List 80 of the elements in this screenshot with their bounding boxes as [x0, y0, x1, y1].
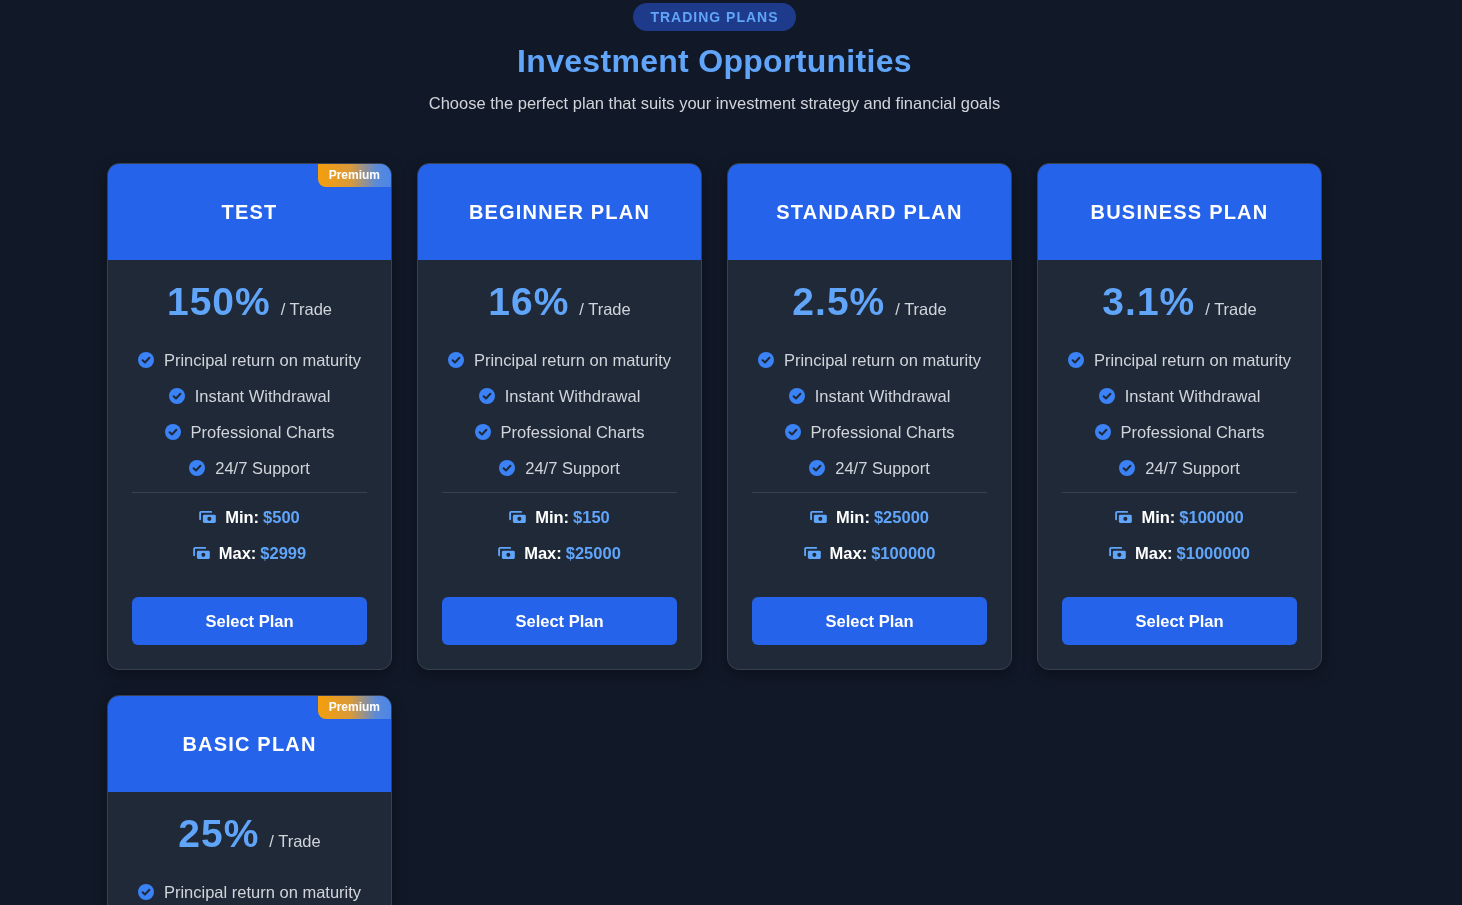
limit-label: Min: — [535, 507, 570, 527]
feature-text: 24/7 Support — [215, 458, 310, 478]
check-circle-icon — [474, 424, 491, 440]
limit-value: $2999 — [260, 543, 307, 563]
limit-label: Min: — [225, 507, 260, 527]
plan-name: BASIC PLAN — [182, 732, 317, 756]
limit-value: $150 — [573, 507, 610, 527]
rate-value: 16% — [488, 280, 570, 324]
check-circle-icon — [757, 352, 774, 368]
plan-name: TEST — [221, 200, 278, 224]
rate-value: 150% — [166, 280, 271, 324]
select-plan-button[interactable]: Select Plan — [442, 597, 677, 645]
check-circle-icon — [1119, 460, 1136, 476]
check-circle-icon — [1067, 352, 1084, 368]
feature-text: Instant Withdrawal — [814, 386, 951, 406]
limit-label: Max: — [524, 543, 562, 563]
limit-value: $500 — [263, 507, 300, 527]
check-circle-icon — [499, 460, 516, 476]
limit-value: $100000 — [1179, 507, 1244, 527]
page-title: Investment Opportunities — [517, 42, 912, 81]
feature-text: 24/7 Support — [525, 458, 620, 478]
feature-text: Principal return on maturity — [783, 350, 982, 370]
check-circle-icon — [137, 884, 154, 900]
cash-icon — [509, 511, 527, 523]
check-circle-icon — [1094, 424, 1111, 440]
limit-value: $1000000 — [1176, 543, 1250, 563]
feature-text: Principal return on maturity — [163, 882, 362, 902]
plan-name: STANDARD PLAN — [776, 200, 963, 224]
cash-icon — [810, 511, 827, 523]
rate-unit: / Trade — [280, 300, 333, 319]
page-subtitle: Choose the perfect plan that suits your investment strategy and financial goals — [428, 93, 1001, 114]
feature-text: Instant Withdrawal — [1124, 386, 1261, 406]
check-circle-icon — [784, 424, 801, 440]
check-circle-icon — [164, 424, 181, 440]
rate-value: 3.1% — [1102, 280, 1196, 324]
feature-text: Principal return on maturity — [163, 350, 362, 370]
check-circle-icon — [809, 460, 826, 476]
cash-icon — [1109, 547, 1126, 559]
section-badge: TRADING PLANS — [633, 3, 796, 31]
limit-label: Min: — [1141, 507, 1176, 527]
rate-unit: / Trade — [269, 832, 321, 851]
feature-text: 24/7 Support — [835, 458, 930, 478]
feature-text: Instant Withdrawal — [504, 386, 641, 406]
feature-text: Professional Charts — [500, 422, 645, 442]
select-plan-button[interactable]: Select Plan — [132, 597, 367, 645]
cash-icon — [192, 547, 210, 559]
limit-label: Max: — [218, 543, 257, 563]
limit-label: Max: — [829, 543, 868, 563]
cash-icon — [199, 511, 217, 523]
plan-name: BUSINESS PLAN — [1090, 200, 1269, 224]
check-circle-icon — [189, 460, 206, 476]
check-circle-icon — [1098, 388, 1115, 404]
check-circle-icon — [478, 388, 495, 404]
rate-unit: / Trade — [579, 300, 631, 319]
feature-text: Principal return on maturity — [473, 350, 672, 370]
cash-icon — [1115, 511, 1133, 523]
rate-unit: / Trade — [895, 300, 947, 319]
limit-label: Min: — [836, 507, 870, 527]
feature-text: Instant Withdrawal — [194, 386, 331, 406]
feature-text: Professional Charts — [810, 422, 955, 442]
cash-icon — [803, 547, 821, 559]
check-circle-icon — [137, 352, 154, 368]
select-plan-button[interactable]: Select Plan — [752, 597, 987, 645]
check-circle-icon — [788, 388, 805, 404]
limit-value: $100000 — [871, 543, 936, 563]
feature-text: Professional Charts — [1120, 422, 1265, 442]
limit-value: $25000 — [565, 543, 621, 563]
plan-name: BEGINNER PLAN — [468, 200, 651, 224]
rate-unit: / Trade — [1205, 300, 1257, 319]
feature-text: Principal return on maturity — [1093, 350, 1292, 370]
limit-label: Max: — [1135, 543, 1173, 563]
feature-text: 24/7 Support — [1145, 458, 1240, 478]
rate-value: 2.5% — [792, 280, 886, 324]
select-plan-button[interactable]: Select Plan — [1062, 597, 1297, 645]
rate-value: 25% — [178, 812, 260, 856]
cash-icon — [498, 547, 516, 559]
feature-text: Professional Charts — [190, 422, 335, 442]
limit-value: $25000 — [873, 507, 929, 527]
check-circle-icon — [447, 352, 464, 368]
check-circle-icon — [168, 388, 185, 404]
